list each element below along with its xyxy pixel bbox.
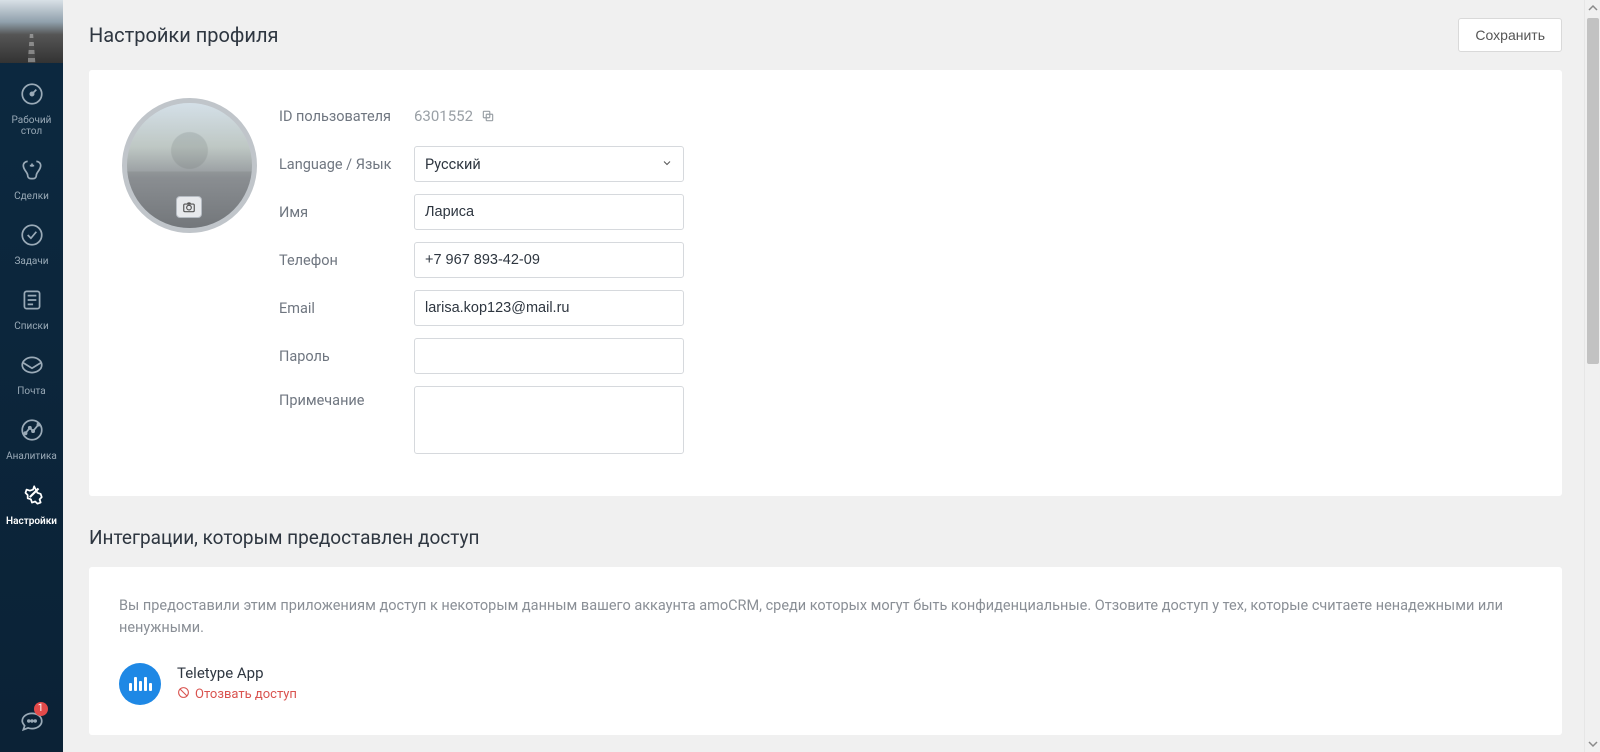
email-input[interactable]: [414, 290, 684, 326]
scroll-down-arrow-icon[interactable]: [1585, 736, 1600, 752]
field-label: Имя: [279, 204, 414, 221]
mail-icon: [19, 352, 45, 382]
sidebar-item-label: Почта: [17, 386, 45, 397]
tasks-icon: [19, 222, 45, 252]
field-email: Email: [279, 290, 819, 326]
sidebar-item-dashboard[interactable]: Рабочий стол: [0, 73, 63, 143]
integrations-card: Вы предоставили этим приложениям доступ …: [89, 567, 1562, 735]
name-input[interactable]: [414, 194, 684, 230]
notification-badge: 1: [34, 702, 48, 716]
sidebar-item-lists[interactable]: Списки: [0, 279, 63, 338]
sidebar-items: Рабочий стол Сделки Задачи Списки Почта: [0, 63, 63, 698]
sidebar-item-label: Настройки: [6, 516, 57, 527]
main-content: Настройки профиля Сохранить ID пользоват…: [63, 0, 1584, 752]
sidebar-item-mail[interactable]: Почта: [0, 344, 63, 403]
deals-icon: [19, 157, 45, 187]
analytics-icon: [19, 417, 45, 447]
profile-card: ID пользователя 6301552 Language / Язык …: [89, 70, 1562, 496]
sidebar-item-analytics[interactable]: Аналитика: [0, 409, 63, 468]
field-label: Телефон: [279, 252, 414, 269]
note-input[interactable]: [414, 386, 684, 454]
teletype-app-icon: [119, 663, 161, 705]
field-label: Пароль: [279, 348, 414, 365]
user-id-value: 6301552: [414, 107, 473, 125]
integration-name: Teletype App: [177, 664, 297, 682]
chevron-down-icon: [661, 156, 673, 173]
integrations-description: Вы предоставили этим приложениям доступ …: [119, 595, 1532, 639]
integrations-title: Интеграции, которым предоставлен доступ: [89, 526, 1562, 549]
sidebar-item-label: Аналитика: [6, 451, 57, 462]
page-header: Настройки профиля Сохранить: [89, 18, 1562, 52]
copy-icon[interactable]: [481, 109, 495, 123]
page-title: Настройки профиля: [89, 23, 279, 47]
field-password: Пароль: [279, 338, 819, 374]
revoke-icon: [177, 686, 190, 703]
sidebar-item-settings[interactable]: Настройки: [0, 474, 63, 533]
phone-input[interactable]: [414, 242, 684, 278]
field-name: Имя: [279, 194, 819, 230]
settings-icon: [19, 482, 45, 512]
scroll-track[interactable]: [1585, 16, 1600, 736]
password-input[interactable]: [414, 338, 684, 374]
sidebar-notifications[interactable]: 1: [0, 698, 63, 752]
scroll-up-arrow-icon[interactable]: [1585, 0, 1600, 16]
sidebar-item-tasks[interactable]: Задачи: [0, 214, 63, 273]
field-phone: Телефон: [279, 242, 819, 278]
camera-icon[interactable]: [176, 196, 202, 218]
field-user-id: ID пользователя 6301552: [279, 98, 819, 134]
vertical-scrollbar[interactable]: [1584, 0, 1600, 752]
sidebar-item-label: Рабочий стол: [12, 115, 52, 137]
save-button[interactable]: Сохранить: [1458, 18, 1562, 52]
field-language: Language / Язык Русский: [279, 146, 819, 182]
integration-item: Teletype App Отозвать доступ: [119, 663, 1532, 705]
dashboard-icon: [19, 81, 45, 111]
language-select[interactable]: Русский: [414, 146, 684, 182]
sidebar-item-label: Списки: [14, 321, 48, 332]
field-note: Примечание: [279, 386, 819, 454]
field-label: ID пользователя: [279, 108, 414, 125]
sidebar-item-deals[interactable]: Сделки: [0, 149, 63, 208]
avatar[interactable]: [122, 98, 257, 233]
revoke-label: Отозвать доступ: [195, 687, 297, 702]
select-value: Русский: [425, 156, 481, 173]
field-label: Language / Язык: [279, 156, 414, 173]
scroll-thumb[interactable]: [1587, 18, 1599, 364]
avatar-container: [119, 98, 259, 466]
sidebar-logo[interactable]: [0, 0, 63, 63]
field-label: Примечание: [279, 386, 414, 409]
sidebar-item-label: Сделки: [14, 191, 49, 202]
sidebar-item-label: Задачи: [14, 256, 48, 267]
revoke-access-link[interactable]: Отозвать доступ: [177, 686, 297, 703]
lists-icon: [19, 287, 45, 317]
field-label: Email: [279, 300, 414, 317]
sidebar: Рабочий стол Сделки Задачи Списки Почта: [0, 0, 63, 752]
